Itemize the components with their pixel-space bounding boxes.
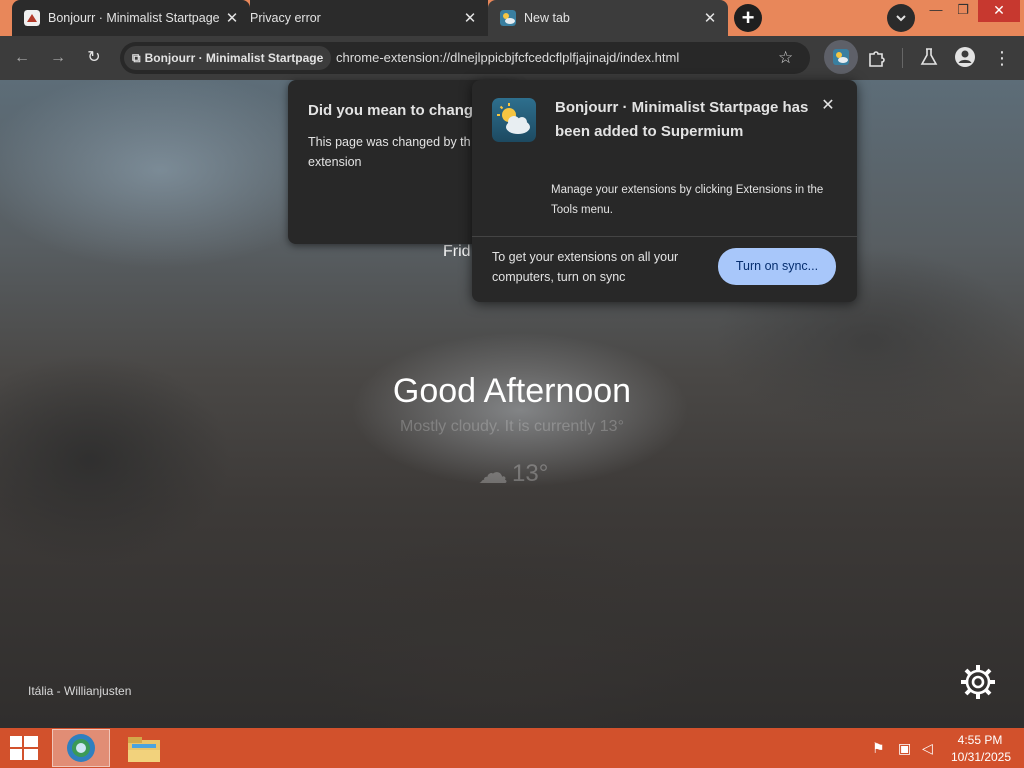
chevron-down-icon [896,15,906,22]
bonjourr-extension-button[interactable] [824,40,858,74]
minimize-button[interactable]: — [920,0,952,22]
tab-search-button[interactable] [887,4,915,32]
menu-kebab-icon[interactable]: ⋮ [990,46,1014,70]
window-close-button[interactable]: ✕ [978,0,1020,22]
tab-bonjourr[interactable]: Bonjourr · Minimalist Startpage ✕ [12,0,250,36]
manage-extensions-text: Manage your extensions by clicking Exten… [551,184,824,216]
windows-start-icon[interactable] [8,734,40,762]
tab-title: New tab [524,11,570,25]
tab-close-icon[interactable]: ✕ [220,9,244,27]
clock-time[interactable]: 4:55 PM [956,733,1004,747]
weather-description: Mostly cloudy. It is currently 13° [400,418,624,435]
reload-icon[interactable]: ↻ [82,46,106,70]
profile-avatar-icon[interactable] [954,46,976,68]
sync-prompt-text: To get your extensions on all your compu… [492,250,679,284]
extensions-puzzle-icon[interactable] [866,46,888,68]
turn-on-sync-button[interactable]: Turn on sync... [718,248,836,285]
tab-close-icon[interactable]: ✕ [458,9,482,27]
toolbar: ← → ↻ ⧉ Bonjourr · Minimalist Startpage … [0,36,1024,80]
extension-added-bubble: Bonjourr · Minimalist Startpage has been… [472,80,857,302]
divider [472,236,857,237]
address-bar[interactable]: ⧉ Bonjourr · Minimalist Startpage chrome… [120,42,810,74]
forward-arrow-icon[interactable]: → [46,46,70,70]
new-tab-button[interactable]: + [734,4,762,32]
back-arrow-icon[interactable]: ← [10,46,34,70]
bonjourr-favicon-icon [24,10,40,26]
date-text: Frid [443,243,471,260]
extension-page-icon: ⧉ [132,50,141,65]
weather-temperature: ☁ 13° [478,456,548,491]
toolbar-divider [902,48,903,68]
tab-new-tab[interactable]: New tab ✕ [488,0,728,36]
greeting-text: Good Afternoon [392,372,632,410]
volume-muted-icon[interactable]: ◁ [922,740,933,757]
tab-strip: Bonjourr · Minimalist Startpage ✕ Privac… [0,0,1024,36]
temperature-value: 13° [512,459,549,487]
supermium-browser-icon [67,734,95,762]
network-icon[interactable]: ▣ [898,740,911,757]
photo-credit[interactable]: Itália - Willianjusten [28,684,131,698]
tab-title: Privacy error [250,11,321,25]
file-explorer-folder-icon[interactable] [124,732,164,766]
action-center-flag-icon[interactable]: ⚑ [872,740,885,757]
labs-flask-icon[interactable] [918,46,940,68]
taskbar-browser-button[interactable] [52,729,110,767]
bubble-title: Bonjourr · Minimalist Startpage has been… [555,99,809,140]
settings-gear-icon[interactable] [958,662,998,702]
taskbar: ⚑ ▣ ◁ 4:55 PM 10/31/2025 [0,728,1024,768]
site-info-chip[interactable]: ⧉ Bonjourr · Minimalist Startpage [124,46,332,70]
tab-title: Bonjourr · Minimalist Startpage [48,11,220,25]
bonjourr-weather-favicon-icon [500,10,516,26]
close-icon[interactable]: ✕ [818,96,838,116]
clock-date[interactable]: 10/31/2025 [948,750,1014,764]
url-text[interactable]: chrome-extension://dlnejlppicbjfcfcedcfl… [336,50,679,65]
tab-privacy-error[interactable]: Privacy error ✕ [250,0,488,36]
bonjourr-weather-icon [492,98,536,142]
partly-cloudy-icon: ☁ [478,457,508,490]
bookmark-star-icon[interactable]: ☆ [778,48,793,68]
site-chip-label: Bonjourr · Minimalist Startpage [144,51,324,65]
bubble-title: Did you mean to chang [308,102,474,119]
tab-close-icon[interactable]: ✕ [698,9,722,27]
maximize-button[interactable]: ❐ [952,0,974,22]
bonjourr-extension-icon [833,49,849,65]
